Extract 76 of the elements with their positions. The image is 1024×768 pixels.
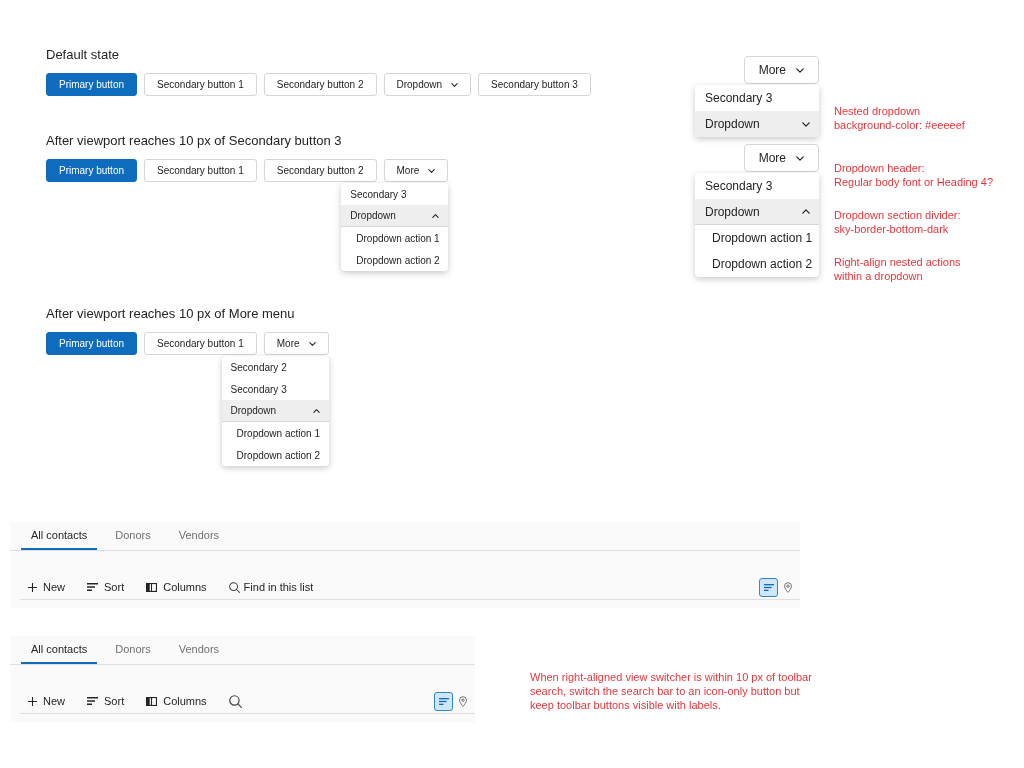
chevron-down-icon xyxy=(802,121,810,127)
plus-icon xyxy=(28,696,37,706)
secondary-button[interactable]: Secondary button 1 xyxy=(144,73,257,96)
menu-item[interactable]: Secondary 3 xyxy=(695,173,819,199)
annotation-note: Nested dropdown background-color: #eeeeef xyxy=(834,104,965,132)
secondary-button[interactable]: Secondary button 3 xyxy=(478,73,591,96)
secondary-button[interactable]: Secondary button 1 xyxy=(144,332,257,355)
tab[interactable]: All contacts xyxy=(21,522,98,550)
new-button[interactable]: New xyxy=(28,578,65,596)
chevron-down-icon xyxy=(428,168,436,173)
tab[interactable]: All contacts xyxy=(21,636,98,664)
menu-item[interactable]: Secondary 2 xyxy=(221,356,329,378)
search-button[interactable] xyxy=(228,694,242,708)
menu-group-header[interactable]: Dropdown xyxy=(695,111,819,137)
columns-button[interactable]: Columns xyxy=(146,692,207,710)
dropdown-button[interactable]: More xyxy=(263,332,329,355)
annotation-note: Dropdown header: Regular body font or Heading 4? xyxy=(834,161,993,189)
menu-item[interactable]: Dropdown action 2 xyxy=(341,249,449,271)
tab[interactable]: Donors xyxy=(105,636,161,664)
map-view-button[interactable] xyxy=(459,695,467,707)
search-icon xyxy=(228,581,240,593)
map-pin-icon xyxy=(784,581,792,593)
map-view-button[interactable] xyxy=(784,581,792,593)
annotation-note: When right-aligned view switcher is within 10 px of toolbar search, switch the search bar to an icon-only button but keep toolbar buttons visible with labels. xyxy=(530,670,812,712)
sort-icon xyxy=(87,583,98,591)
secondary-button[interactable]: Secondary button 2 xyxy=(263,73,377,96)
menu-group-header[interactable]: Dropdown xyxy=(695,199,819,225)
columns-icon xyxy=(146,582,158,592)
menu-item[interactable]: Secondary 3 xyxy=(221,378,329,400)
dropdown-button[interactable]: More xyxy=(743,144,819,172)
sort-icon xyxy=(87,697,98,705)
list-view-button[interactable] xyxy=(434,691,453,711)
menu-item[interactable]: Dropdown action 1 xyxy=(695,225,819,251)
dropdown-button[interactable]: More xyxy=(383,159,449,182)
primary-button[interactable]: Primary button xyxy=(46,73,138,96)
chevron-down-icon xyxy=(308,341,316,346)
dropdown-button[interactable]: Dropdown xyxy=(383,73,472,96)
list-icon xyxy=(438,697,449,705)
menu-item[interactable]: Dropdown action 1 xyxy=(221,422,329,444)
section-heading: After viewport reaches 10 px of Secondary button 3 xyxy=(46,132,342,150)
map-pin-icon xyxy=(459,695,467,707)
menu-item[interactable]: Dropdown action 2 xyxy=(221,444,329,466)
new-button[interactable]: New xyxy=(28,692,65,710)
chevron-down-icon xyxy=(796,67,804,73)
chevron-up-icon xyxy=(802,209,810,214)
list-icon xyxy=(763,583,774,591)
dropdown-button[interactable]: More xyxy=(743,56,819,84)
sort-button[interactable]: Sort xyxy=(87,692,125,710)
menu-group-header[interactable]: Dropdown xyxy=(221,400,329,422)
menu-item[interactable]: Dropdown action 2 xyxy=(695,251,819,277)
tab[interactable]: Vendors xyxy=(168,522,230,550)
chevron-up-icon xyxy=(312,408,320,413)
annotation-note: Right-align nested actions within a dropdown xyxy=(834,255,961,283)
secondary-button[interactable]: Secondary button 1 xyxy=(144,159,257,182)
tab[interactable]: Vendors xyxy=(168,636,230,664)
chevron-up-icon xyxy=(432,213,440,218)
tab[interactable]: Donors xyxy=(105,522,161,550)
section-heading: Default state xyxy=(46,46,119,64)
chevron-down-icon xyxy=(796,155,804,161)
menu-item[interactable]: Dropdown action 1 xyxy=(341,227,449,249)
annotation-note: Dropdown section divider: sky-border-bottom-dark xyxy=(834,208,961,236)
columns-button[interactable]: Columns xyxy=(146,578,207,596)
list-view-button[interactable] xyxy=(759,577,778,597)
primary-button[interactable]: Primary button xyxy=(46,332,138,355)
menu-item[interactable]: Secondary 3 xyxy=(341,183,449,205)
section-heading: After viewport reaches 10 px of More menu xyxy=(46,305,295,323)
columns-icon xyxy=(146,696,158,706)
sort-button[interactable]: Sort xyxy=(87,578,125,596)
secondary-button[interactable]: Secondary button 2 xyxy=(263,159,377,182)
chevron-down-icon xyxy=(451,82,459,87)
menu-group-header[interactable]: Dropdown xyxy=(341,205,449,227)
primary-button[interactable]: Primary button xyxy=(46,159,138,182)
plus-icon xyxy=(28,582,37,592)
search-icon xyxy=(228,694,242,708)
search-field[interactable]: Find in this list xyxy=(243,579,324,595)
menu-item[interactable]: Secondary 3 xyxy=(695,85,819,111)
